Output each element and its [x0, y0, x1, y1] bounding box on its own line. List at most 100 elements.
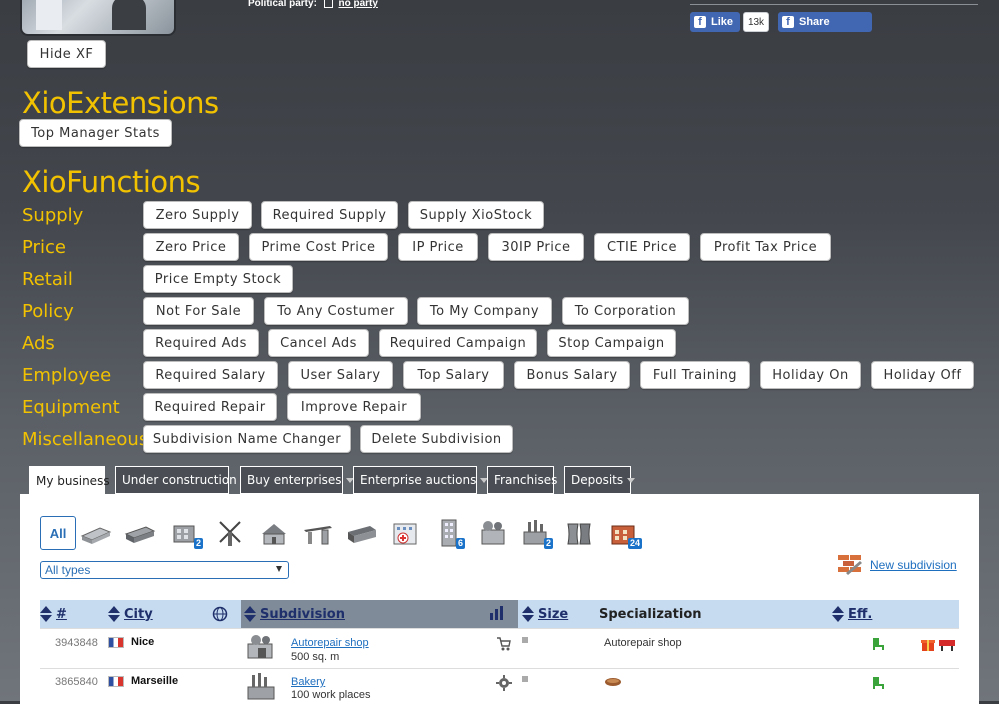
tab-under-construction[interactable]: Under construction — [115, 466, 237, 494]
political-party-link[interactable]: no party — [338, 0, 377, 9]
30ip-price-button[interactable]: 30IP Price — [488, 233, 584, 261]
ctie-price-button[interactable]: CTIE Price — [594, 233, 690, 261]
farm-filter-icon[interactable] — [258, 518, 290, 548]
political-party: Political party: no party — [248, 0, 378, 9]
group-label-miscellaneous: Miscellaneous — [22, 429, 149, 450]
fb-like-label: Like — [711, 16, 734, 28]
tab-label: Enterprise auctions — [360, 473, 477, 487]
tab-deposits[interactable]: Deposits — [564, 466, 636, 494]
row-city-name: Marseille — [131, 675, 179, 687]
required-supply-button[interactable]: Required Supply — [261, 201, 398, 229]
bread-icon — [605, 678, 621, 686]
row-subdivision-name[interactable]: Autorepair shop — [291, 637, 369, 649]
holiday-on-button[interactable]: Holiday On — [760, 361, 861, 389]
row-subdivision-name[interactable]: Bakery — [291, 676, 325, 688]
tab-label: My business — [36, 474, 110, 488]
row-subdivision-link[interactable]: Bakery — [291, 676, 325, 688]
fb-share-label: Share — [799, 16, 830, 28]
tab-label: Franchises — [494, 473, 558, 487]
factory-count-badge: 2 — [544, 538, 554, 549]
hero-image — [20, 0, 176, 36]
group-label-retail: Retail — [22, 269, 73, 290]
th-size[interactable]: Size — [522, 600, 568, 628]
th-city[interactable]: City — [108, 600, 153, 628]
gear-icon[interactable] — [496, 675, 512, 691]
size-indicator — [522, 637, 528, 643]
group-label-policy: Policy — [22, 301, 74, 322]
th-eff[interactable]: Eff. — [832, 600, 872, 628]
price-empty-stock-button[interactable]: Price Empty Stock — [143, 265, 293, 293]
power-plant-filter-icon[interactable] — [564, 518, 596, 548]
group-label-equipment: Equipment — [22, 397, 120, 418]
sale-sign-icon[interactable] — [938, 636, 956, 652]
prime-cost-price-button[interactable]: Prime Cost Price — [249, 233, 388, 261]
bonus-salary-button[interactable]: Bonus Salary — [514, 361, 630, 389]
row-id: 3943848 — [55, 637, 98, 649]
chevron-down-icon — [276, 566, 282, 572]
divider — [690, 4, 978, 5]
france-flag-icon — [108, 675, 124, 687]
mine-filter-icon[interactable] — [124, 518, 156, 548]
required-campaign-button[interactable]: Required Campaign — [379, 329, 537, 357]
th-size-link[interactable]: Size — [538, 607, 568, 622]
subdivision-name-changer-button[interactable]: Subdivision Name Changer — [143, 425, 351, 453]
workshop-filter-icon[interactable] — [478, 518, 510, 548]
th-eff-link[interactable]: Eff. — [848, 607, 872, 622]
row-city-name: Nice — [131, 636, 155, 648]
store-filter-icon[interactable] — [346, 518, 378, 548]
group-label-employee: Employee — [22, 365, 112, 386]
th-city-link[interactable]: City — [124, 607, 153, 622]
sort-icon — [832, 605, 844, 623]
delete-subdivision-button[interactable]: Delete Subdivision — [360, 425, 513, 453]
to-any-costumer-button[interactable]: To Any Costumer — [264, 297, 408, 325]
fb-share-button[interactable]: f Share — [778, 12, 872, 32]
tab-enterprise-auctions[interactable]: Enterprise auctions — [353, 466, 489, 494]
th-subdivision[interactable]: Subdivision — [244, 600, 345, 628]
sort-icon — [40, 605, 52, 623]
new-subdivision-link[interactable]: New subdivision — [836, 553, 957, 577]
tab-franchises[interactable]: Franchises — [487, 466, 558, 494]
holiday-off-button[interactable]: Holiday Off — [871, 361, 974, 389]
ip-price-button[interactable]: IP Price — [398, 233, 478, 261]
top-salary-button[interactable]: Top Salary — [403, 361, 504, 389]
profit-tax-price-button[interactable]: Profit Tax Price — [700, 233, 831, 261]
zero-supply-button[interactable]: Zero Supply — [143, 201, 252, 229]
th-id-link[interactable]: # — [56, 607, 67, 622]
autorepair-shop-icon — [247, 635, 273, 659]
row-divider — [40, 628, 959, 629]
supply-xiostock-button[interactable]: Supply XioStock — [408, 201, 544, 229]
hospital-filter-icon[interactable] — [390, 518, 422, 548]
row-subdivision-link[interactable]: Autorepair shop — [291, 637, 369, 649]
required-salary-button[interactable]: Required Salary — [143, 361, 278, 389]
facebook-icon: f — [694, 16, 706, 28]
required-ads-button[interactable]: Required Ads — [143, 329, 259, 357]
row-city: Marseille — [108, 675, 178, 687]
th-id[interactable]: # — [40, 600, 67, 628]
filter-all-button[interactable]: All — [40, 516, 76, 550]
full-training-button[interactable]: Full Training — [640, 361, 750, 389]
globe-icon[interactable] — [212, 606, 228, 622]
tab-my-business[interactable]: My business — [29, 466, 110, 496]
fuel-station-filter-icon[interactable] — [302, 518, 334, 548]
fb-like-button[interactable]: f Like — [690, 12, 740, 32]
hide-xf-button[interactable]: Hide XF — [27, 40, 106, 68]
stop-campaign-button[interactable]: Stop Campaign — [547, 329, 676, 357]
not-for-sale-button[interactable]: Not For Sale — [143, 297, 254, 325]
warehouse-filter-icon[interactable] — [80, 518, 112, 548]
improve-repair-button[interactable]: Improve Repair — [287, 393, 421, 421]
user-salary-button[interactable]: User Salary — [288, 361, 393, 389]
required-repair-button[interactable]: Required Repair — [143, 393, 277, 421]
bar-chart-icon[interactable] — [488, 605, 506, 621]
cancel-ads-button[interactable]: Cancel Ads — [268, 329, 369, 357]
to-corporation-button[interactable]: To Corporation — [562, 297, 689, 325]
tab-buy-enterprises[interactable]: Buy enterprises — [240, 466, 354, 494]
tab-label: Buy enterprises — [247, 473, 342, 487]
cart-icon[interactable] — [496, 636, 512, 652]
th-subdivision-link[interactable]: Subdivision — [260, 607, 345, 622]
top-manager-stats-button[interactable]: Top Manager Stats — [19, 119, 172, 147]
zero-price-button[interactable]: Zero Price — [143, 233, 239, 261]
to-my-company-button[interactable]: To My Company — [417, 297, 552, 325]
type-select[interactable]: All types — [40, 561, 289, 579]
gift-icon[interactable] — [920, 636, 936, 652]
windmill-filter-icon[interactable] — [214, 518, 246, 548]
